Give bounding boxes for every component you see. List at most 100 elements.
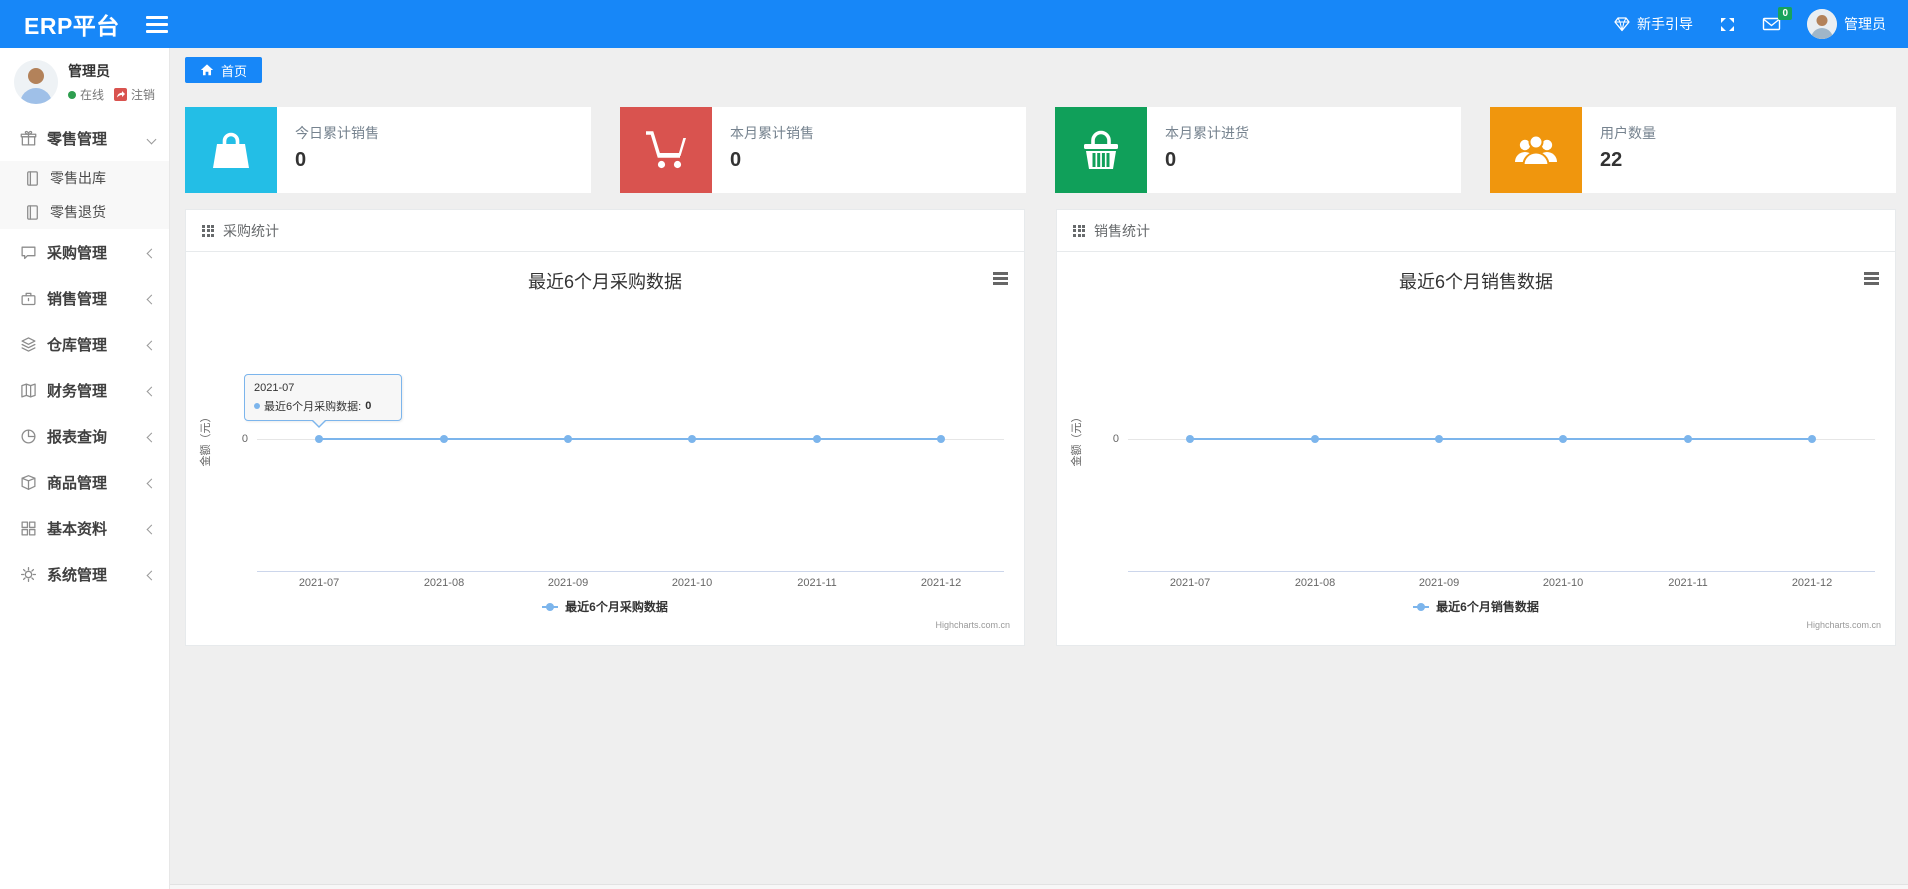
sidebar-item-retail[interactable]: 零售管理 <box>0 115 169 161</box>
sidebar-item-system[interactable]: 系统管理 <box>0 551 169 597</box>
sales-chart: 最近6个月销售数据 金额（元） 0 2021-07 2021-08 2021-0… <box>1057 252 1895 645</box>
sidebar-item-retail-outbound[interactable]: 零售出库 <box>0 161 169 195</box>
basket-icon <box>1084 130 1118 169</box>
stat-card-title: 今日累计销售 <box>295 125 379 141</box>
tab-home-label: 首页 <box>221 63 248 79</box>
tooltip-series-label: 最近6个月采购数据: <box>264 401 362 413</box>
sidebar-submenu-retail: 零售出库 零售退货 <box>0 161 169 229</box>
highcharts-credit[interactable]: Highcharts.com.cn <box>1806 620 1881 630</box>
cart-icon <box>646 131 686 169</box>
y-axis-title: 金额（元） <box>1071 411 1083 467</box>
sidebar-item-basics[interactable]: 基本资料 <box>0 505 169 551</box>
y-axis-tick: 0 <box>241 433 248 445</box>
users-icon <box>1515 134 1557 166</box>
data-point-marker[interactable] <box>1311 435 1319 443</box>
user-menu[interactable]: 管理员 <box>1807 9 1886 39</box>
sidebar-item-label: 报表查询 <box>47 428 108 446</box>
pie-chart-icon <box>21 428 36 444</box>
chevron-left-icon <box>146 290 157 307</box>
home-icon <box>200 64 214 76</box>
legend-label: 最近6个月采购数据 <box>565 600 668 614</box>
tooltip-header: 2021-07 <box>254 382 295 394</box>
stat-card-user-count: 用户数量 22 <box>1490 107 1896 193</box>
stat-card-title: 用户数量 <box>1600 125 1656 141</box>
logout-icon[interactable] <box>114 88 128 101</box>
x-axis-label: 2021-12 <box>1791 577 1833 589</box>
legend-marker <box>542 602 559 611</box>
chart-context-menu-icon[interactable] <box>993 270 1008 287</box>
guide-button[interactable]: 新手引导 <box>1614 14 1693 34</box>
chevron-left-icon <box>146 382 157 399</box>
legend-label: 最近6个月销售数据 <box>1436 600 1539 614</box>
gear-icon <box>20 566 37 582</box>
data-point-marker[interactable] <box>688 435 696 443</box>
guide-label: 新手引导 <box>1637 16 1693 32</box>
messages-button[interactable]: 0 <box>1762 7 1792 32</box>
y-axis-tick: 0 <box>1112 433 1119 445</box>
user-name: 管理员 <box>1844 16 1886 32</box>
sales-stats-panel: 销售统计 最近6个月销售数据 金额（元） 0 2021-07 2021-08 2… <box>1056 209 1896 646</box>
data-point-marker[interactable] <box>1559 435 1567 443</box>
sidebar-item-retail-return[interactable]: 零售退货 <box>0 195 169 229</box>
x-axis-label: 2021-12 <box>920 577 962 589</box>
x-axis-label: 2021-08 <box>1294 577 1336 589</box>
stat-card-value: 0 <box>295 149 307 171</box>
sidebar-item-reports[interactable]: 报表查询 <box>0 413 169 459</box>
chevron-left-icon <box>146 566 157 583</box>
doc-icon <box>27 204 38 220</box>
x-axis-label: 2021-11 <box>797 577 837 589</box>
x-axis-label: 2021-09 <box>1418 577 1460 589</box>
x-axis-label: 2021-08 <box>423 577 465 589</box>
footer-strip <box>170 884 1908 889</box>
online-status-dot <box>68 90 76 99</box>
grid-icon <box>21 520 36 536</box>
data-point-marker[interactable] <box>315 435 323 443</box>
chart-context-menu-icon[interactable] <box>1864 270 1879 287</box>
gem-icon <box>1614 17 1630 32</box>
x-axis-line <box>1128 571 1875 572</box>
sidebar-item-label: 仓库管理 <box>47 336 108 354</box>
data-point-marker[interactable] <box>564 435 572 443</box>
data-point-marker[interactable] <box>1684 435 1692 443</box>
x-axis-label: 2021-10 <box>671 577 713 589</box>
briefcase-icon <box>21 292 36 305</box>
x-axis-label: 2021-11 <box>1668 577 1708 589</box>
sidebar-toggle-icon[interactable] <box>145 12 168 37</box>
purchase-stats-panel: 采购统计 最近6个月采购数据 金额（元） 0 2021-07 2021-08 2… <box>185 209 1025 646</box>
data-point-marker[interactable] <box>813 435 821 443</box>
stat-card-today-sales: 今日累计销售 0 <box>185 107 591 193</box>
highcharts-credit[interactable]: Highcharts.com.cn <box>935 620 1010 630</box>
data-point-marker[interactable] <box>1186 435 1194 443</box>
legend-item[interactable]: 最近6个月采购数据 <box>186 598 1024 615</box>
fullscreen-icon <box>1721 17 1734 31</box>
data-point-marker[interactable] <box>440 435 448 443</box>
chart-title: 最近6个月采购数据 <box>527 272 682 292</box>
chevron-left-icon <box>146 244 157 261</box>
data-point-marker[interactable] <box>1808 435 1816 443</box>
sidebar-item-sales[interactable]: 销售管理 <box>0 275 169 321</box>
th-grid-icon <box>1073 224 1085 237</box>
top-navbar: ERP平台 新手引导 0 管理员 <box>0 0 1908 48</box>
sidebar-user-name: 管理员 <box>68 63 110 79</box>
logout-label[interactable]: 注销 <box>131 86 155 103</box>
panel-title: 销售统计 <box>1094 222 1150 239</box>
stat-card-month-sales: 本月累计销售 0 <box>620 107 1026 193</box>
tab-home[interactable]: 首页 <box>185 57 263 83</box>
sidebar-item-finance[interactable]: 财务管理 <box>0 367 169 413</box>
sidebar-item-label: 基本资料 <box>47 520 108 538</box>
fullscreen-button[interactable] <box>1719 16 1736 33</box>
sidebar-item-warehouse[interactable]: 仓库管理 <box>0 321 169 367</box>
data-point-marker[interactable] <box>937 435 945 443</box>
book-open-icon <box>21 382 36 398</box>
sidebar-item-label: 零售退货 <box>50 204 106 220</box>
chevron-left-icon <box>146 474 157 491</box>
sidebar-item-label: 零售管理 <box>47 130 108 148</box>
sidebar-item-purchase[interactable]: 采购管理 <box>0 229 169 275</box>
th-grid-icon <box>202 224 214 237</box>
legend-item[interactable]: 最近6个月销售数据 <box>1057 598 1895 615</box>
x-axis-label: 2021-07 <box>298 577 340 589</box>
stat-card-value: 22 <box>1600 149 1623 171</box>
series-line <box>1190 438 1812 440</box>
sidebar-item-products[interactable]: 商品管理 <box>0 459 169 505</box>
data-point-marker[interactable] <box>1435 435 1443 443</box>
